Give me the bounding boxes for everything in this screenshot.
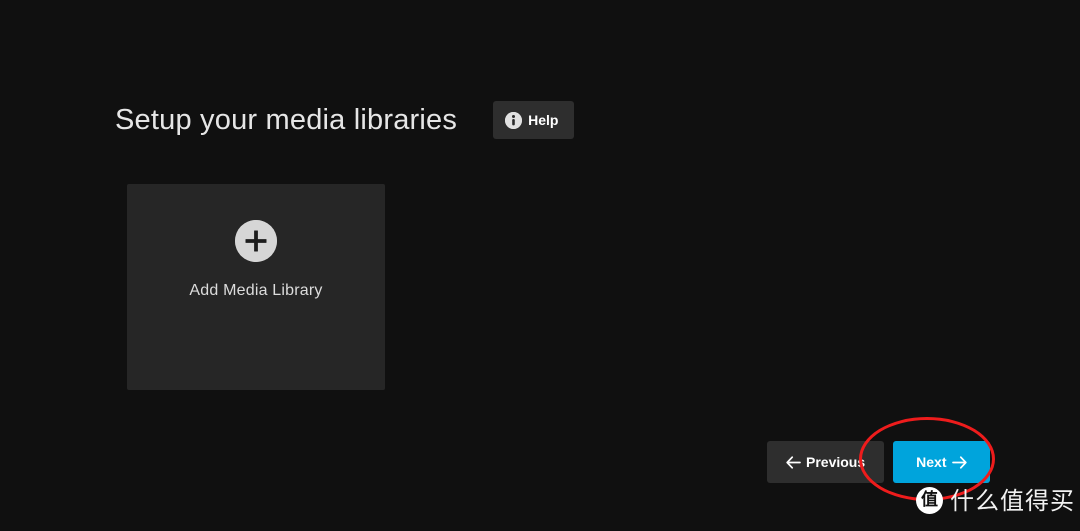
page-header: Setup your media libraries Help — [115, 100, 575, 140]
previous-button[interactable]: Previous — [767, 441, 885, 483]
watermark-text: 什么值得买 — [950, 486, 1075, 515]
wizard-footer-nav: Previous Next — [767, 441, 990, 483]
next-button-label: Next — [916, 454, 947, 470]
watermark: 值 什么值得买 — [916, 487, 1075, 514]
plus-circle-icon — [235, 220, 277, 262]
watermark-logo: 值 — [916, 487, 943, 514]
help-button[interactable]: Help — [493, 101, 575, 139]
add-media-library-card[interactable]: Add Media Library — [127, 184, 385, 390]
arrow-left-icon — [786, 455, 801, 469]
info-circle-icon — [505, 111, 523, 129]
next-button[interactable]: Next — [893, 441, 990, 483]
arrow-right-icon — [951, 455, 967, 469]
page-title: Setup your media libraries — [115, 104, 458, 136]
previous-button-label: Previous — [806, 454, 866, 470]
help-button-label: Help — [528, 112, 559, 128]
add-media-library-label: Add Media Library — [189, 282, 323, 299]
media-library-grid: Add Media Library — [127, 184, 385, 390]
